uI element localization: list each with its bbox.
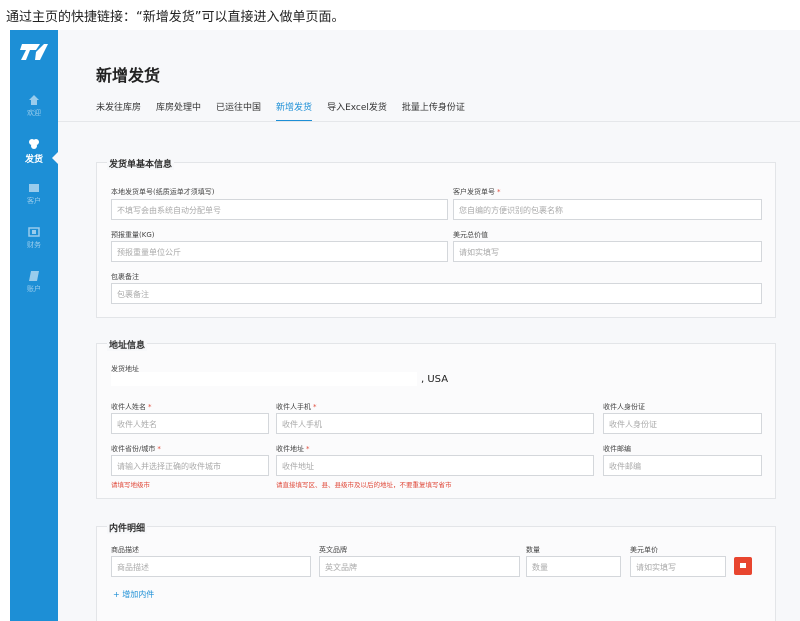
recipient-zip-label: 收件邮编 — [603, 445, 631, 453]
address-panel: 地址信息 发货地址 , USA 收件人姓名 * 收件人姓名 收件人手机 * 收件人手… — [96, 338, 776, 499]
tab-upload-id[interactable]: 批量上传身份证 — [402, 100, 465, 122]
items-panel: 内件明细 商品描述 商品描述 英文品牌 英文品牌 数量 数量 美元单价 请如实填… — [96, 521, 776, 621]
recipient-name-label: 收件人姓名 * — [111, 403, 152, 411]
item-brand-label: 英文品牌 — [319, 546, 347, 554]
note-input[interactable]: 包裹备注 — [111, 283, 762, 304]
usd-value-label: 美元总价值 — [453, 231, 488, 239]
app-window: 欢迎 发货 客户 财务 账户 新增发货 未发往库房 库房处理中 已运往中国 新增… — [10, 30, 800, 621]
account-icon — [29, 271, 39, 281]
tab-shipped[interactable]: 已运往中国 — [216, 100, 261, 122]
items-title: 内件明细 — [107, 521, 148, 534]
address-title: 地址信息 — [107, 338, 148, 351]
page-caption: 通过主页的快捷链接：“新增发货”可以直接进入做单页面。 — [6, 10, 345, 25]
item-price-input[interactable]: 请如实填写 — [630, 556, 726, 577]
delete-item-button[interactable] — [734, 557, 752, 575]
item-qty-input[interactable]: 数量 — [526, 556, 621, 577]
recipient-city-input[interactable]: 请输入并选择正确的收件城市 — [111, 455, 269, 476]
address-error-message: 请直接填写区、县、县级市及以后的地址，不要重复填写省市 — [276, 481, 452, 489]
city-error-message: 请填写地级市 — [111, 481, 150, 489]
tab-processing[interactable]: 库房处理中 — [156, 100, 201, 122]
recipient-zip-input[interactable]: 收件邮编 — [603, 455, 762, 476]
recipient-address-label: 收件地址 * — [276, 445, 310, 453]
item-desc-label: 商品描述 — [111, 546, 139, 554]
finance-icon — [28, 227, 40, 237]
customer-no-input[interactable]: 您自编的方便识别的包裹名称 — [453, 199, 762, 220]
tab-new-shipment[interactable]: 新增发货 — [276, 100, 313, 122]
recipient-id-input[interactable]: 收件人身份证 — [603, 413, 762, 434]
basic-info-title: 发货单基本信息 — [107, 157, 175, 170]
recipient-city-label: 收件省份/城市 * — [111, 445, 161, 453]
recipient-id-label: 收件人身份证 — [603, 403, 645, 411]
recipient-name-input[interactable]: 收件人姓名 — [111, 413, 269, 434]
usd-value-input[interactable]: 请如实填写 — [453, 241, 762, 262]
recipient-phone-input[interactable]: 收件人手机 — [276, 413, 594, 434]
sidebar-item-welcome[interactable]: 欢迎 — [10, 94, 58, 130]
customer-no-label: 客户发货单号 * — [453, 188, 501, 196]
tab-divider — [58, 121, 800, 122]
sidebar-item-label: 客户 — [27, 197, 41, 205]
local-no-label: 本地发货单号(纸质运单才须填写) — [111, 188, 215, 196]
add-item-link[interactable]: + 增加内件 — [113, 589, 154, 600]
home-icon — [29, 95, 39, 105]
item-brand-input[interactable]: 英文品牌 — [319, 556, 520, 577]
redacted-block — [111, 372, 417, 386]
sender-address-value: , USA — [111, 372, 448, 386]
recipient-phone-label: 收件人手机 * — [276, 403, 317, 411]
sidebar-item-label: 发货 — [24, 155, 43, 165]
recipient-address-input[interactable]: 收件地址 — [276, 455, 594, 476]
sidebar-item-shipping[interactable]: 发货 — [10, 138, 58, 174]
page-title: 新增发货 — [96, 66, 161, 85]
weight-label: 预报重量(KG) — [111, 231, 155, 239]
sidebar: 欢迎 发货 客户 财务 账户 — [10, 30, 58, 621]
tab-bar: 未发往库房 库房处理中 已运往中国 新增发货 导入Excel发货 批量上传身份证 — [96, 100, 480, 122]
tab-pending[interactable]: 未发往库房 — [96, 100, 141, 122]
shipping-icon — [29, 139, 39, 149]
users-icon — [29, 184, 39, 192]
item-desc-input[interactable]: 商品描述 — [111, 556, 311, 577]
logo-icon[interactable] — [18, 38, 50, 64]
sidebar-item-customers[interactable]: 客户 — [10, 182, 58, 218]
sidebar-item-label: 欢迎 — [27, 109, 41, 117]
basic-info-panel: 发货单基本信息 本地发货单号(纸质运单才须填写) 不填写会由系统自动分配单号 客… — [96, 157, 776, 318]
sidebar-item-label: 财务 — [27, 241, 41, 249]
tab-import-excel[interactable]: 导入Excel发货 — [327, 100, 387, 122]
item-price-label: 美元单价 — [630, 546, 658, 554]
sidebar-item-account[interactable]: 账户 — [10, 270, 58, 306]
local-no-input[interactable]: 不填写会由系统自动分配单号 — [111, 199, 448, 220]
item-qty-label: 数量 — [526, 546, 540, 554]
note-label: 包裹备注 — [111, 273, 139, 281]
weight-input[interactable]: 预报重量单位公斤 — [111, 241, 448, 262]
sidebar-item-finance[interactable]: 财务 — [10, 226, 58, 262]
sidebar-item-label: 账户 — [27, 285, 41, 293]
